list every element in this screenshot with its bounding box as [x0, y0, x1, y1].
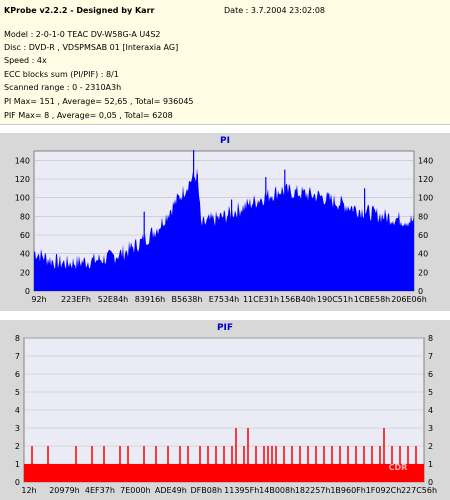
x-tick-label: 182257h — [295, 486, 331, 495]
app-title: KProbe v2.2.2 - Designed by Karr — [4, 6, 155, 15]
y-tick-label-right: 80 — [418, 212, 428, 221]
scan-date: Date : 3.7.2004 23:02:08 — [224, 6, 325, 15]
x-tick-label: 223EFh — [61, 295, 91, 304]
y-tick-label-right: 5 — [428, 388, 433, 397]
y-tick-label-left: 3 — [15, 424, 20, 433]
x-tick-label: 190C51h — [317, 295, 353, 304]
x-tick-label: 1CBE58h — [354, 295, 390, 304]
y-tick-label-right: 2 — [428, 442, 433, 451]
y-tick-label-right: 40 — [418, 250, 428, 259]
x-tick-label: 11CE31h — [243, 295, 279, 304]
y-tick-label-right: 3 — [428, 424, 433, 433]
x-tick-label: B5638h — [172, 295, 203, 304]
x-tick-label: 14B008h — [259, 486, 295, 495]
y-tick-label-right: 100 — [418, 194, 433, 203]
disc-type: Disc : DVD-R , VDSPMSAB 01 [Interaxia AG… — [4, 43, 179, 52]
y-tick-label-left: 2 — [15, 442, 20, 451]
y-tick-label-left: 120 — [15, 175, 30, 184]
x-tick-label: 227C56h — [401, 486, 437, 495]
y-tick-label-right: 4 — [428, 406, 433, 415]
y-tick-label-left: 40 — [20, 250, 30, 259]
y-tick-label-left: 20 — [20, 268, 30, 277]
y-tick-label-left: 100 — [15, 194, 30, 203]
y-tick-label-right: 20 — [418, 268, 428, 277]
pi-chart: 0 020 2040 4060 6080 80100 100120 120140 14092h 2… — [15, 150, 433, 304]
y-tick-label-left: 60 — [20, 231, 30, 240]
y-tick-label-right: 120 — [418, 175, 433, 184]
x-tick-label: DFB08h — [191, 486, 223, 495]
x-tick-label: 1F092Ch — [366, 486, 402, 495]
x-tick-label: 20979h — [49, 486, 80, 495]
y-tick-label-left: 1 — [15, 460, 20, 469]
y-tick-label-left: 6 — [15, 370, 20, 379]
pif-chart-panel: PIF 0 0 1 1 2 2 3 3 4 4 5 5 6 6 7 7 8 8 12h 20979h 4EF37h 7E0… — [0, 320, 450, 500]
ecc-blocks: ECC blocks sum (PI/PIF) : 8/1 — [4, 70, 119, 79]
x-tick-label: 4EF37h — [85, 486, 115, 495]
y-tick-label-right: 6 — [428, 370, 433, 379]
scan-speed: Speed : 4x — [4, 56, 47, 65]
x-tick-label: 206E06h — [391, 295, 427, 304]
y-tick-label-left: 80 — [20, 212, 30, 221]
y-tick-label-right: 1 — [428, 460, 433, 469]
x-tick-label: 11395Fh — [224, 486, 259, 495]
x-tick-label: 1B960Fh — [330, 486, 366, 495]
drive-model: Model : 2-0-1-0 TEAC DV-W58G-A U4S2 — [4, 30, 161, 39]
y-tick-label-left: 7 — [15, 352, 20, 361]
scanned-range: Scanned range : 0 - 2310A3h — [4, 83, 122, 92]
y-tick-label-left: 0 — [15, 478, 20, 487]
disc-info-panel: KProbe v2.2.2 - Designed by Karr Date : … — [0, 0, 450, 125]
y-tick-label-right: 140 — [418, 156, 433, 165]
y-tick-label-left: 8 — [15, 334, 20, 343]
y-tick-label-left: 140 — [15, 156, 30, 165]
x-tick-label: 92h — [31, 295, 46, 304]
pi-summary: PI Max= 151 , Average= 52,65 , Total= 93… — [4, 97, 194, 106]
x-tick-label: 7E000h — [120, 486, 150, 495]
watermark: CDR — [389, 463, 408, 472]
pif-summary: PIF Max= 8 , Average= 0,05 , Total= 6208 — [4, 111, 173, 120]
x-tick-label: 52E84h — [98, 295, 128, 304]
x-tick-label: 156B40h — [280, 295, 316, 304]
y-tick-label-right: 8 — [428, 334, 433, 343]
y-tick-label-left: 0 — [25, 287, 30, 296]
y-tick-label-left: 5 — [15, 388, 20, 397]
x-tick-label: E7534h — [209, 295, 239, 304]
x-tick-label: 12h — [21, 486, 36, 495]
pif-chart: 0 01 12 23 34 45 56 67 78 812h 20979h 4EF37h 7E000h A… — [15, 334, 437, 495]
y-tick-label-right: 7 — [428, 352, 433, 361]
x-tick-label: 83916h — [135, 295, 166, 304]
x-tick-label: ADE49h — [155, 486, 187, 495]
y-tick-label-left: 4 — [15, 406, 20, 415]
pi-chart-panel: PI 0 0 20 20 40 40 60 60 80 80 100 100 120 120 140 140 9… — [0, 133, 450, 311]
y-tick-label-right: 60 — [418, 231, 428, 240]
